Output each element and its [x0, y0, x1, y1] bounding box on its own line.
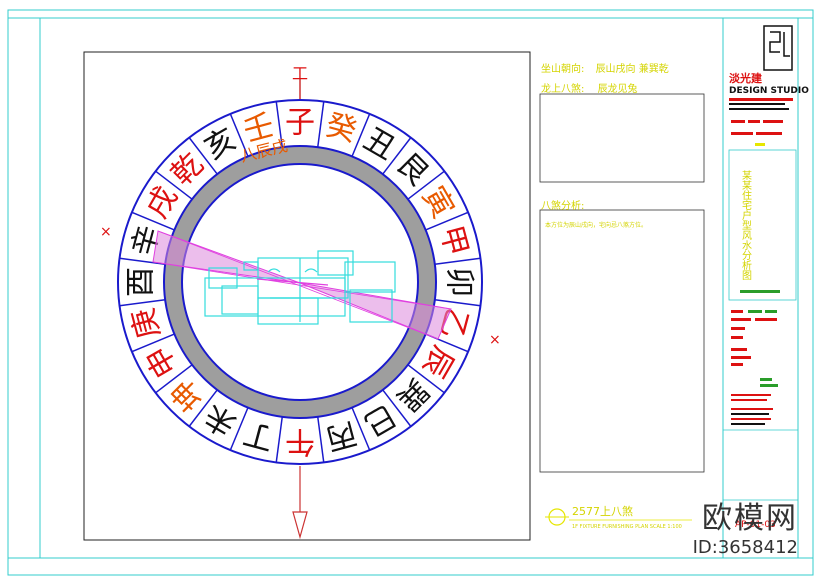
compass-character: 卯: [442, 267, 477, 297]
compass-character: 午: [285, 424, 315, 459]
sitting-value: 辰山戌向 兼巽乾: [595, 64, 669, 75]
dragon-sha-row: 龙上八煞: 辰龙见兔: [541, 80, 638, 95]
sitting-direction-row: 坐山朝向: 辰山戌向 兼巽乾: [541, 60, 669, 75]
sitting-label: 坐山朝向:: [541, 64, 585, 75]
compass-character: 酉: [124, 267, 159, 297]
company-name: 淡光建: [729, 71, 763, 85]
compass-character: 丁: [240, 415, 278, 457]
title-block: 淡光建 DESIGN STUDIO 某某住宅户型风水分析图 AP-01-03: [723, 25, 809, 530]
dragon-value: 辰龙见兔: [597, 84, 638, 95]
south-arrow: [292, 466, 308, 540]
cross-mark-east: ×: [489, 332, 501, 348]
watermark: 欧模网 ID:3658412: [693, 493, 798, 558]
analysis-box: [539, 209, 705, 473]
plan-title: 2577上八煞: [572, 504, 633, 518]
cross-mark-west: ×: [100, 224, 112, 240]
north-axis: 工: [292, 64, 308, 99]
project-title: 某某住宅户型风水分析图: [740, 170, 752, 281]
compass-character: 甲: [433, 222, 475, 260]
plan-label-group: 2577上八煞 1F FIXTURE FURNISHING PLAN SCALE…: [545, 504, 692, 530]
compass-character: 丙: [322, 415, 360, 457]
analysis-heading: 八煞分析:: [541, 201, 585, 212]
dragon-label: 龙上八煞:: [541, 84, 585, 95]
watermark-logo: 欧模网: [702, 501, 798, 536]
compass-character: 癸: [322, 108, 360, 150]
dragon-note-box: [539, 93, 705, 183]
north-label: 工: [292, 64, 308, 83]
compass-character: 子: [285, 106, 315, 141]
analysis-note: 本方位为辰山戌向，宅向忌八煞方位。: [545, 222, 648, 229]
plan-subtitle: 1F FIXTURE FURNISHING PLAN SCALE 1:100: [572, 524, 682, 530]
compass-character: 庚: [126, 304, 168, 342]
watermark-id: ID:3658412: [692, 537, 798, 558]
studio-name: DESIGN STUDIO: [729, 86, 809, 96]
